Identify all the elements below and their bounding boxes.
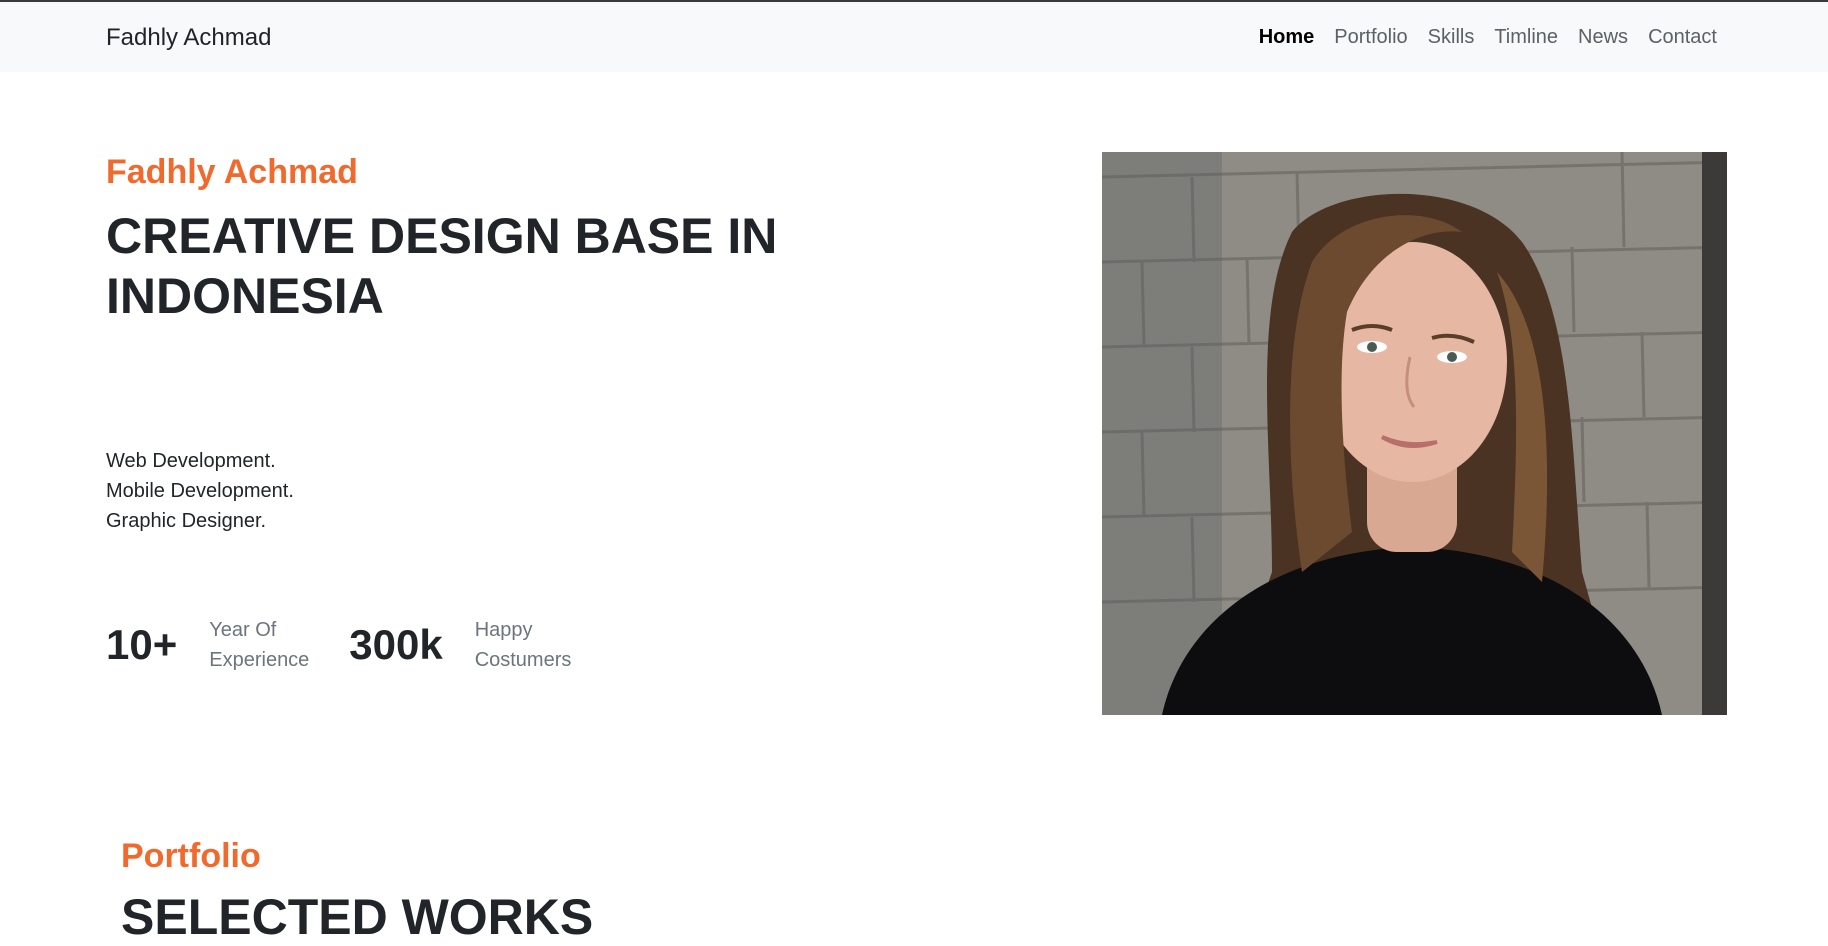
service-item: Mobile Development. xyxy=(106,480,294,502)
stat-label-line: Costumers xyxy=(474,649,572,671)
nav-links: Home Portfolio Skills Timline News Conta… xyxy=(1239,26,1717,49)
navbar: Fadhly Achmad Home Portfolio Skills Timl… xyxy=(0,2,1828,72)
stat-customers-label: Happy Costumers xyxy=(475,615,595,675)
nav-link-home[interactable]: Home xyxy=(1259,26,1315,49)
stat-customers-value: 300k xyxy=(349,621,443,668)
stat-label-line: Happy xyxy=(474,619,533,641)
nav-link-timeline[interactable]: Timline xyxy=(1494,26,1558,49)
service-item: Graphic Designer. xyxy=(106,510,267,532)
hero-portrait-image xyxy=(1102,152,1727,715)
nav-link-portfolio[interactable]: Portfolio xyxy=(1334,26,1407,49)
portfolio-section-label: Portfolio xyxy=(121,837,261,875)
stats-row: 10+ Year Of Experience 300k Happy Costum… xyxy=(106,615,595,675)
portfolio-section-title: SELECTED WORKS xyxy=(121,889,594,945)
stat-experience-label: Year Of Experience xyxy=(209,615,319,675)
service-item: Web Development. xyxy=(106,450,276,472)
brand-link[interactable]: Fadhly Achmad xyxy=(106,24,271,52)
nav-link-contact[interactable]: Contact xyxy=(1648,26,1717,49)
services-list: Web Development. Mobile Development. Gra… xyxy=(106,446,294,536)
hero-name: Fadhly Achmad xyxy=(106,153,358,191)
stat-label-line: Year Of xyxy=(209,619,277,641)
stat-experience-value: 10+ xyxy=(106,621,178,668)
nav-link-news[interactable]: News xyxy=(1578,26,1628,49)
hero-title: CREATIVE DESIGN BASE IN INDONESIA xyxy=(106,208,778,324)
nav-link-skills[interactable]: Skills xyxy=(1428,26,1475,49)
stat-label-line: Experience xyxy=(209,649,310,671)
